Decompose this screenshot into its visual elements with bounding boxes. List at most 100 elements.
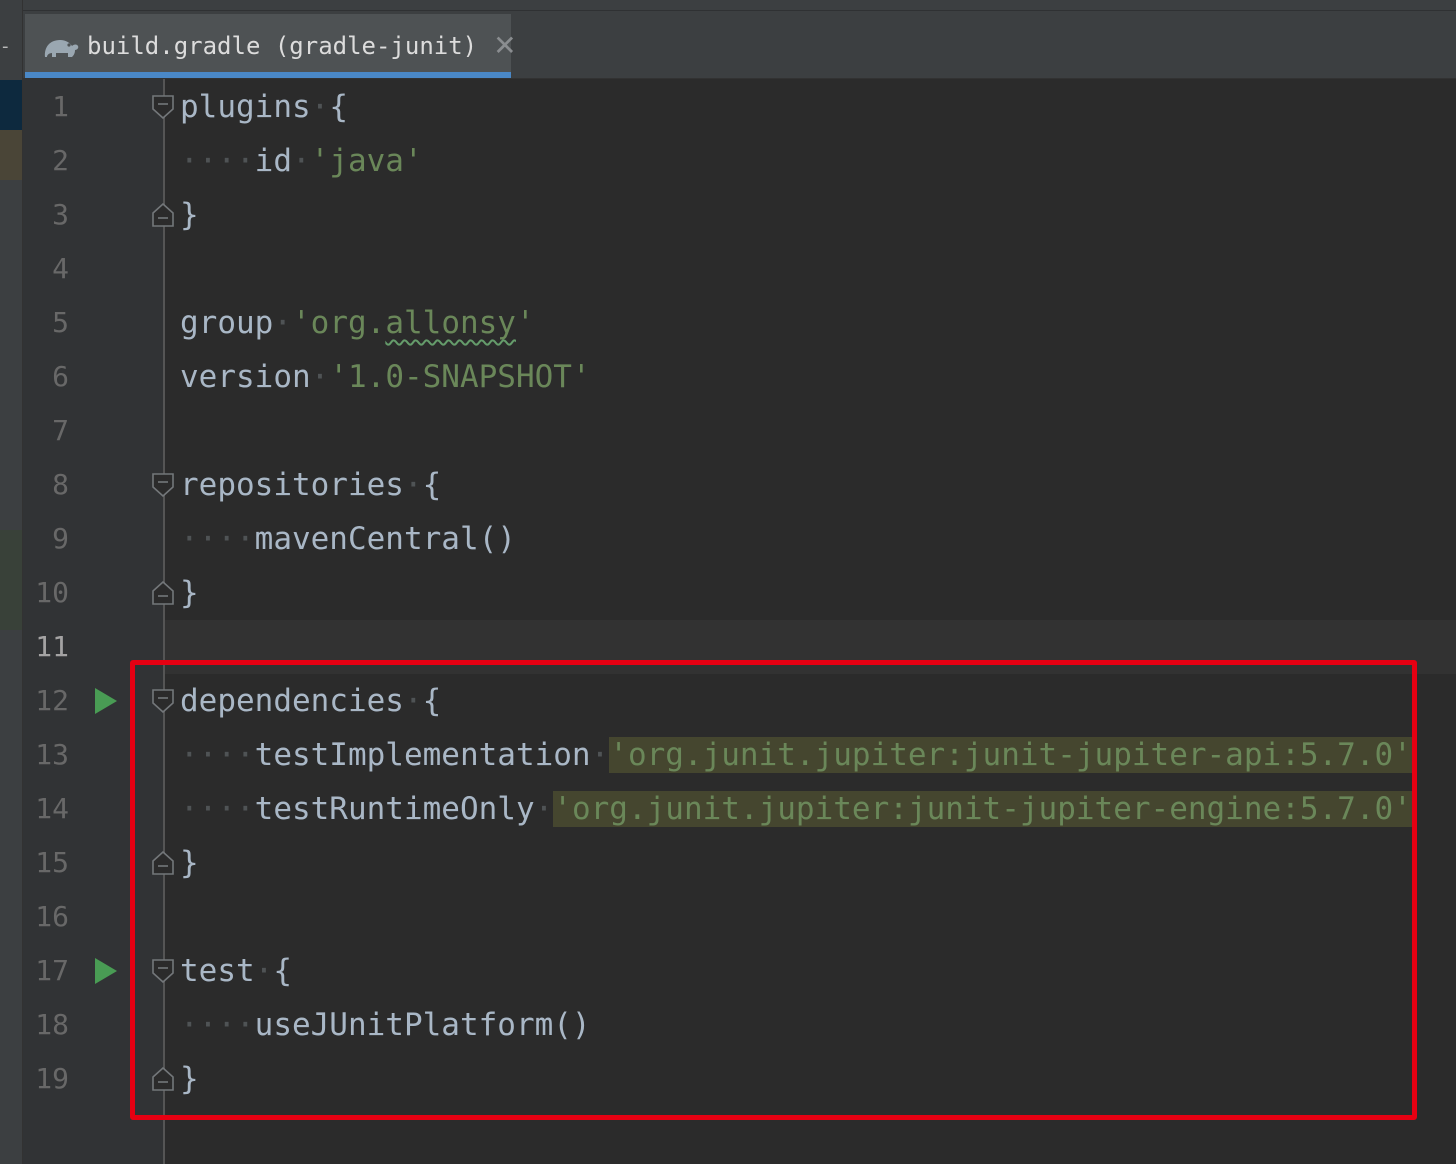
active-tab-underline <box>25 72 511 78</box>
whitespace-dot: · <box>403 467 423 503</box>
code-text[interactable]: ····mavenCentral() <box>180 512 516 566</box>
indent-dots: ···· <box>180 521 255 557</box>
string-junit-engine: 'org.junit.jupiter:junit-jupiter-engine:… <box>553 791 1412 827</box>
code-line: 14 ····testRuntimeOnly·'org.junit.jupite… <box>23 782 1456 836</box>
code-text[interactable]: version·'1.0-SNAPSHOT' <box>180 350 591 404</box>
whitespace-dot: · <box>291 143 311 179</box>
line-number: 4 <box>52 252 69 285</box>
line-number: 8 <box>52 468 69 501</box>
code-text[interactable]: repositories·{ <box>180 458 441 512</box>
code-line: 18 ····useJUnitPlatform() <box>23 998 1456 1052</box>
fold-collapse-icon[interactable] <box>152 689 174 713</box>
close-brace: } <box>180 1061 199 1097</box>
run-gutter-icon[interactable] <box>95 688 117 714</box>
keyword-version: version <box>180 359 311 395</box>
line-number: 7 <box>52 414 69 447</box>
keyword-repositories: repositories <box>180 467 404 503</box>
fold-end-icon[interactable] <box>152 203 174 227</box>
line-number: 10 <box>35 576 69 609</box>
code-text[interactable]: } <box>180 1052 199 1106</box>
line-number: 14 <box>35 792 69 825</box>
close-brace: } <box>180 197 199 233</box>
whitespace-dot: · <box>403 683 423 719</box>
fold-collapse-icon[interactable] <box>152 959 174 983</box>
keyword-id: id <box>254 143 292 179</box>
line-number: 5 <box>52 306 69 339</box>
code-line: 6 version·'1.0-SNAPSHOT' <box>23 350 1456 404</box>
code-text[interactable]: ····useJUnitPlatform() <box>180 998 591 1052</box>
code-line: 4 <box>23 242 1456 296</box>
code-line: 9 ····mavenCentral() <box>23 512 1456 566</box>
keyword-plugins: plugins <box>180 89 311 125</box>
line-number: 13 <box>35 738 69 771</box>
string-group-prefix: 'org. <box>292 305 386 341</box>
code-line: 3 } <box>23 188 1456 242</box>
keyword-dependencies: dependencies <box>180 683 404 719</box>
run-gutter-icon[interactable] <box>95 958 117 984</box>
gradle-elephant-icon <box>44 40 79 57</box>
open-brace: { <box>273 953 292 989</box>
ide-window: - build.gradle (gradle-junit) ✕ 1 plugin… <box>0 0 1456 1164</box>
whitespace-dot: · <box>273 305 292 341</box>
code-line: 13 ····testImplementation·'org.junit.jup… <box>23 728 1456 782</box>
code-line: 8 repositories·{ <box>23 458 1456 512</box>
line-number: 12 <box>35 684 69 717</box>
code-line: 7 <box>23 404 1456 458</box>
code-text[interactable]: test·{ <box>180 944 292 998</box>
code-text[interactable]: group·'org.allonsy' <box>180 296 535 350</box>
code-line: 15 } <box>23 836 1456 890</box>
code-line: 12 dependencies·{ <box>23 674 1456 728</box>
call-usejunitplatform: useJUnitPlatform() <box>254 1007 591 1043</box>
fold-end-icon[interactable] <box>152 581 174 605</box>
open-brace: { <box>422 683 442 719</box>
tab-build-gradle[interactable]: build.gradle (gradle-junit) ✕ <box>25 14 517 78</box>
string-group-typo: allonsy <box>385 305 516 341</box>
editor-tab-bar: build.gradle (gradle-junit) ✕ <box>23 0 1456 79</box>
close-brace: } <box>180 845 199 881</box>
strip-arrow-icon[interactable]: - <box>2 36 9 57</box>
tab-title: build.gradle (gradle-junit) <box>87 32 478 60</box>
keyword-testruntimeonly: testRuntimeOnly <box>254 791 535 827</box>
code-text[interactable]: ····testRuntimeOnly·'org.junit.jupiter:j… <box>180 782 1412 836</box>
code-editor[interactable]: 1 plugins·{ 2 ····id·'java' 3 } 4 5 grou… <box>23 79 1456 1164</box>
whitespace-dot: · <box>590 737 610 773</box>
code-text[interactable]: ····id·'java' <box>180 134 423 188</box>
fold-end-icon[interactable] <box>152 1067 174 1091</box>
keyword-group: group <box>180 305 274 341</box>
whitespace-dot: · <box>310 359 330 395</box>
code-text[interactable]: } <box>180 566 199 620</box>
indent-dots: ···· <box>180 737 255 773</box>
fold-collapse-icon[interactable] <box>152 473 174 497</box>
code-text[interactable]: dependencies·{ <box>180 674 441 728</box>
indent-dots: ···· <box>180 1007 255 1043</box>
open-brace: { <box>329 89 348 125</box>
code-text[interactable]: } <box>180 188 199 242</box>
whitespace-dot: · <box>254 953 274 989</box>
tab-close-icon[interactable]: ✕ <box>493 32 516 60</box>
strip-marker-selected <box>0 80 22 130</box>
code-line: 1 plugins·{ <box>23 80 1456 134</box>
fold-collapse-icon[interactable] <box>152 95 174 119</box>
line-number: 3 <box>52 198 69 231</box>
whitespace-dot: · <box>534 791 554 827</box>
code-line: 19 } <box>23 1052 1456 1106</box>
code-text[interactable]: plugins·{ <box>180 80 348 134</box>
line-number: 16 <box>35 900 69 933</box>
code-line: 2 ····id·'java' <box>23 134 1456 188</box>
line-number: 9 <box>52 522 69 555</box>
project-tool-strip[interactable]: - <box>0 0 23 1164</box>
string-group-suffix: ' <box>515 305 535 341</box>
code-line: 17 test·{ <box>23 944 1456 998</box>
line-number: 1 <box>52 90 69 123</box>
line-number: 11 <box>35 630 69 663</box>
line-number: 15 <box>35 846 69 879</box>
code-text[interactable]: } <box>180 836 199 890</box>
string-version: '1.0-SNAPSHOT' <box>329 359 591 395</box>
indent-dots: ···· <box>180 143 255 179</box>
line-number: 2 <box>52 144 69 177</box>
code-line: 5 group·'org.allonsy' <box>23 296 1456 350</box>
fold-end-icon[interactable] <box>152 851 174 875</box>
code-text[interactable]: ····testImplementation·'org.junit.jupite… <box>180 728 1412 782</box>
code-line: 10 } <box>23 566 1456 620</box>
close-brace: } <box>180 575 199 611</box>
